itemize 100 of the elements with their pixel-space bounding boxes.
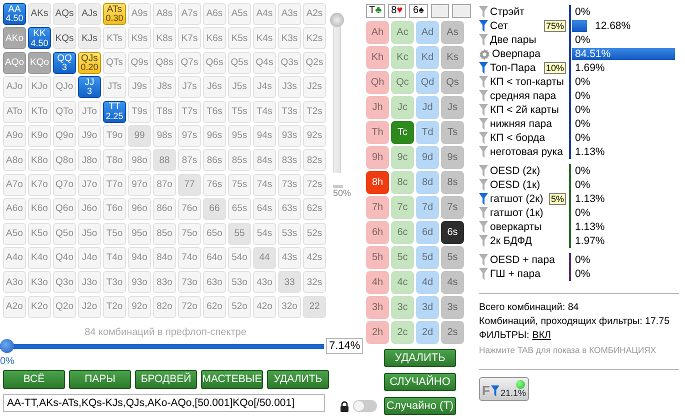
hand-cell[interactable]: T6o xyxy=(103,198,126,220)
hand-cell[interactable]: J3s xyxy=(278,76,301,98)
hand-cell[interactable]: AQo xyxy=(3,52,26,74)
hand-cell[interactable]: 74s xyxy=(253,174,276,196)
card-button[interactable]: 8h xyxy=(366,171,389,194)
hand-cell[interactable]: 83o xyxy=(153,271,176,294)
hand-cell[interactable]: QTo xyxy=(53,100,76,123)
board-card-slot[interactable]: 8♥ xyxy=(388,4,406,18)
random-turn-button[interactable]: Случайно (Т) xyxy=(384,397,456,415)
hand-cell[interactable]: T4s xyxy=(253,100,276,123)
hand-cell[interactable]: T7o xyxy=(103,174,126,196)
hand-cell[interactable]: T4o xyxy=(103,246,126,269)
range-button[interactable]: ВСЁ xyxy=(3,370,65,389)
hand-cell[interactable]: 63s xyxy=(278,198,301,220)
hand-cell[interactable]: A4o xyxy=(3,246,26,269)
filter-icon[interactable] xyxy=(479,221,488,233)
hand-cell[interactable]: 93s xyxy=(278,124,301,147)
filter-label[interactable]: КП < топ-карты xyxy=(490,76,564,88)
card-button[interactable]: Ad xyxy=(416,21,439,44)
hand-cell[interactable]: TT 2.25 xyxy=(103,100,126,123)
filter-percent-badge[interactable]: 10% xyxy=(544,62,566,74)
filter-icon[interactable] xyxy=(479,90,488,102)
hand-cell[interactable]: 83s xyxy=(278,149,301,172)
filter-icon[interactable] xyxy=(479,268,488,280)
hand-cell[interactable]: J8s xyxy=(153,76,176,98)
hand-cell[interactable]: 74o xyxy=(178,246,201,269)
weight-slider[interactable] xyxy=(330,13,344,173)
board-card-slot[interactable] xyxy=(430,4,450,18)
filter-icon[interactable] xyxy=(479,6,488,18)
hand-cell[interactable]: Q2s xyxy=(303,52,326,74)
filter-icon[interactable] xyxy=(479,76,488,88)
hand-cell[interactable]: 62o xyxy=(203,296,226,318)
hand-cell[interactable]: 73s xyxy=(278,174,301,196)
hand-cell[interactable]: 84o xyxy=(153,246,176,269)
range-input-field[interactable]: AA-TT,AKs-ATs,KQs-KJs,QJs,AKo-AQo,[50.001]KQo[/50.001] xyxy=(3,394,325,412)
percent-field[interactable]: 7.14% xyxy=(326,338,364,354)
filter-label[interactable]: Сет xyxy=(490,20,508,32)
card-button[interactable]: 8c xyxy=(391,171,414,194)
hand-cell[interactable]: J5o xyxy=(78,222,101,245)
deck-button[interactable]: СЛУЧАЙНО xyxy=(384,373,456,391)
hand-cell[interactable]: T2s xyxy=(303,100,326,123)
hand-cell[interactable]: 87s xyxy=(178,149,201,172)
hand-cell[interactable]: K7s xyxy=(178,27,201,50)
settings-icon[interactable] xyxy=(479,48,490,60)
board-card-slot[interactable]: T♣ xyxy=(366,4,385,18)
hand-cell[interactable]: K5s xyxy=(228,27,251,50)
card-button[interactable]: 6d xyxy=(416,221,439,244)
hand-cell[interactable]: 86o xyxy=(153,198,176,220)
card-button[interactable]: Kc xyxy=(391,46,414,69)
hand-cell[interactable]: A5o xyxy=(3,222,26,245)
hand-cell[interactable]: Q2o xyxy=(53,296,76,318)
hand-cell[interactable]: J5s xyxy=(228,76,251,98)
hand-cell[interactable]: KTo xyxy=(28,100,51,123)
hand-cell[interactable]: KQo xyxy=(28,52,51,74)
hand-cell[interactable]: Q8s xyxy=(153,52,176,74)
filter-icon[interactable] xyxy=(479,235,488,247)
hand-cell[interactable]: AA 4.50 xyxy=(3,3,26,25)
card-button[interactable]: 3h xyxy=(366,296,389,319)
hand-cell[interactable]: 53s xyxy=(278,222,301,245)
card-button[interactable]: Qc xyxy=(391,71,414,94)
hand-cell[interactable]: 32o xyxy=(278,296,301,318)
hand-cell[interactable]: J4s xyxy=(253,76,276,98)
hand-cell[interactable]: 43o xyxy=(253,271,276,294)
hand-cell[interactable]: A3s xyxy=(278,3,301,25)
slider-thumb[interactable] xyxy=(0,338,14,353)
filter-button[interactable]: F 21.1% xyxy=(479,377,529,401)
hand-cell[interactable]: ATo xyxy=(3,100,26,123)
hand-cell[interactable]: KJo xyxy=(28,76,51,98)
card-button[interactable]: 3c xyxy=(391,296,414,319)
card-button[interactable]: 9h xyxy=(366,146,389,169)
filter-label[interactable]: OESD (2к) xyxy=(490,165,540,177)
card-button[interactable]: 7d xyxy=(416,196,439,219)
hand-cell[interactable]: AJs xyxy=(78,3,101,25)
hand-cell[interactable]: 54s xyxy=(253,222,276,245)
card-button[interactable]: Ts xyxy=(441,121,464,144)
hand-cell[interactable]: QTs xyxy=(103,52,126,74)
hand-cell[interactable]: A2o xyxy=(3,296,26,318)
hand-cell[interactable]: J6s xyxy=(203,76,226,98)
hand-cell[interactable]: J7o xyxy=(78,174,101,196)
card-button[interactable]: Qd xyxy=(416,71,439,94)
filter-label[interactable]: гатшот (1к) xyxy=(490,207,544,219)
hand-cell[interactable]: 72s xyxy=(303,174,326,196)
card-button[interactable]: Jh xyxy=(366,96,389,119)
hand-cell[interactable]: 96s xyxy=(203,124,226,147)
hand-cell[interactable]: A6s xyxy=(203,3,226,25)
filter-icon[interactable] xyxy=(479,34,488,46)
hand-cell[interactable]: 32s xyxy=(303,271,326,294)
hand-cell[interactable]: 65o xyxy=(203,222,226,245)
card-button[interactable]: 6c xyxy=(391,221,414,244)
hand-cell[interactable]: 54o xyxy=(228,246,251,269)
hand-cell[interactable]: T7s xyxy=(178,100,201,123)
hand-cell[interactable]: QJo xyxy=(53,76,76,98)
card-button[interactable]: Th xyxy=(366,121,389,144)
card-button[interactable]: Ac xyxy=(391,21,414,44)
hand-cell[interactable]: 93o xyxy=(128,271,151,294)
hand-cell[interactable]: J7s xyxy=(178,76,201,98)
card-button[interactable]: 3d xyxy=(416,296,439,319)
filter-icon[interactable] xyxy=(479,165,488,177)
hand-cell[interactable]: Q8o xyxy=(53,149,76,172)
filter-label[interactable]: Две пары xyxy=(490,34,536,46)
